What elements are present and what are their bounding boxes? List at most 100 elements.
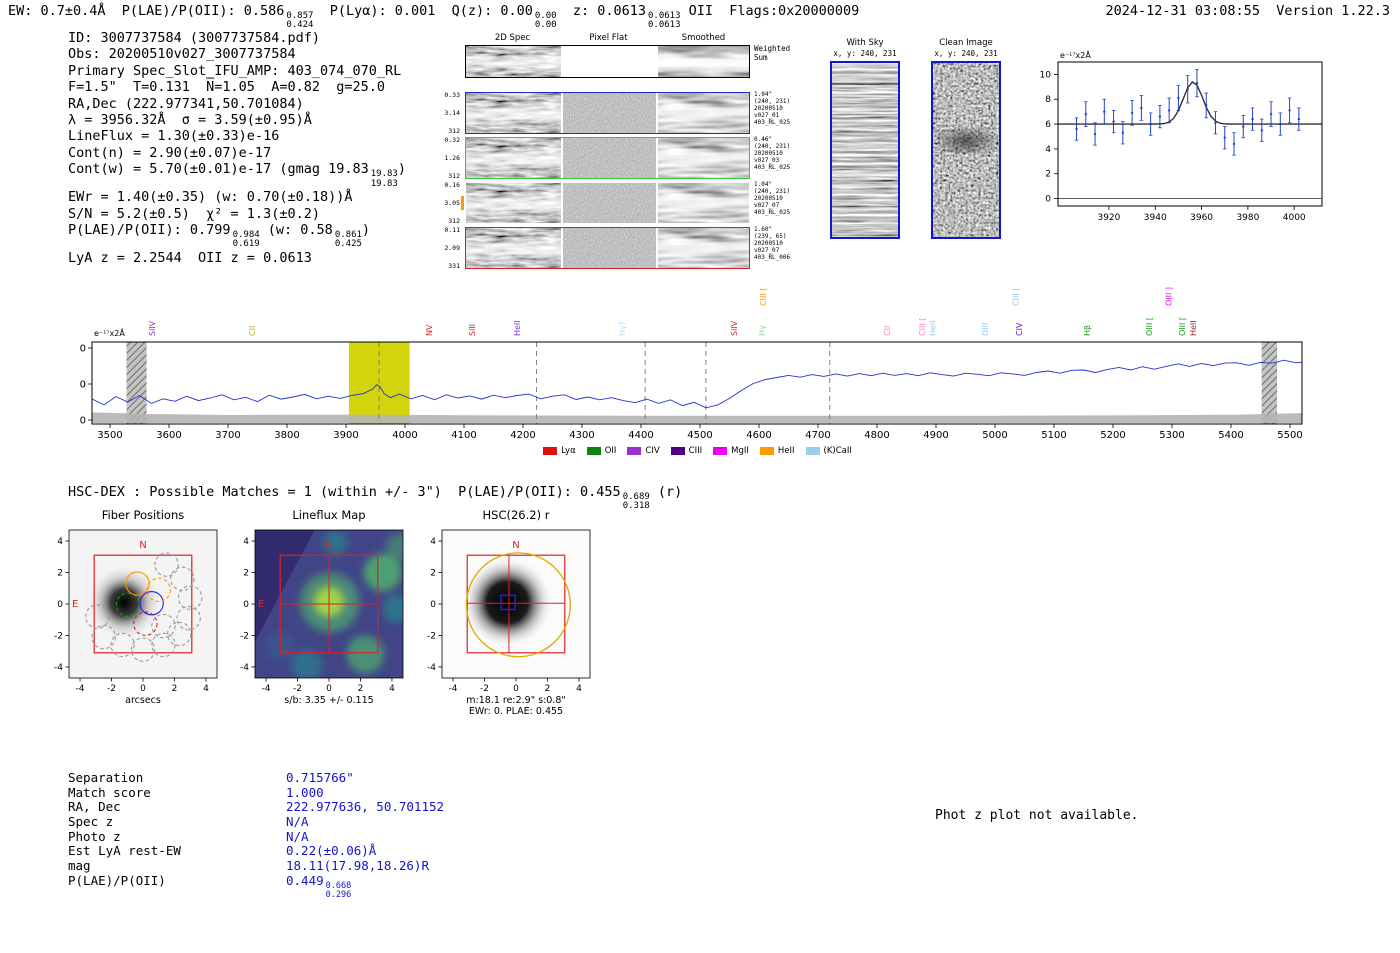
match-field-value: 0.715766" — [286, 770, 354, 785]
svg-text:0: 0 — [326, 684, 332, 694]
match-field-value: 18.11(17.98,18.26)R — [286, 858, 429, 873]
svg-text:3900: 3900 — [333, 430, 358, 441]
spectrum-trace — [658, 183, 749, 223]
legend-label: (K)CaII — [824, 446, 852, 456]
galaxy-trace-smear — [933, 129, 999, 153]
svg-text:0: 0 — [430, 600, 436, 610]
spec2d-cell — [563, 228, 656, 268]
match-field-label: Est LyA rest-EW — [68, 843, 286, 858]
match-field-value: N/A — [286, 814, 309, 829]
legend-label: OII — [605, 446, 617, 456]
svg-text:e⁻¹⁷x2Å: e⁻¹⁷x2Å — [1060, 49, 1091, 60]
spec2d-cell — [466, 93, 561, 133]
detection-info-block: ID: 3007737584 (3007737584.pdf)Obs: 2020… — [68, 30, 406, 266]
emission-line-label: NV — [425, 324, 434, 336]
spec2d-row-annotation: WeightedSum — [754, 45, 808, 62]
lineflux-map-panel: -4-4-2-2002244s/b: 3.35 +/- 0.115NE — [227, 522, 409, 718]
spec2d-row-scale-labels: 0.333.14312 — [440, 92, 462, 134]
with-sky-image — [830, 61, 900, 239]
spec2d-row-scale-labels: 0.321.26312 — [440, 137, 462, 179]
legend-swatch — [627, 447, 641, 455]
svg-text:4: 4 — [57, 537, 63, 547]
svg-text:5000: 5000 — [982, 430, 1007, 441]
legend-item: CIII — [671, 446, 702, 456]
match-row: Separation0.715766" — [68, 770, 444, 785]
catalog-match-table: Separation0.715766"Match score1.000RA, D… — [68, 770, 444, 888]
svg-text:2: 2 — [545, 684, 551, 694]
match-row: mag18.11(17.98,18.26)R — [68, 858, 444, 873]
svg-text:4800: 4800 — [864, 430, 889, 441]
info-line: F=1.5" T=0.131 N̅=1.05 A=0.82 g=25.0 — [68, 79, 406, 95]
emission-line-label: CIII [ — [1012, 288, 1021, 306]
info-line: ID: 3007737584 (3007737584.pdf) — [68, 30, 406, 46]
svg-text:6: 6 — [1045, 120, 1051, 130]
svg-text:-4: -4 — [427, 663, 436, 673]
info-line: RA,Dec (222.977341,50.701084) — [68, 96, 406, 112]
legend-label: Lyα — [561, 446, 576, 456]
stacked-fraction: 0.6890.318 — [623, 493, 650, 512]
summary-stats-line: EW: 0.7±0.4Å P(LAE)/P(OII): 0.5860.8570.… — [8, 3, 859, 31]
info-line: λ = 3956.32Å σ = 3.59(±0.95)Å — [68, 112, 406, 128]
svg-text:0: 0 — [140, 684, 146, 694]
stacked-fraction: 0.8610.425 — [335, 231, 362, 250]
svg-text:3980: 3980 — [1236, 213, 1259, 223]
emission-line-label: HeII — [513, 320, 522, 336]
legend-swatch — [760, 447, 774, 455]
spectrum-trace — [466, 138, 561, 178]
emission-line-label: SiIV — [730, 320, 739, 336]
svg-text:2: 2 — [1045, 170, 1051, 180]
svg-text:0: 0 — [57, 600, 63, 610]
legend-swatch — [587, 447, 601, 455]
emission-line-label: OIII [ — [1145, 317, 1154, 336]
spec2d-cell — [466, 228, 561, 268]
svg-text:2: 2 — [243, 569, 249, 579]
svg-text:4600: 4600 — [746, 430, 771, 441]
line-fit-zoom-plot: 392039403960398040000246810e⁻¹⁷x2Å — [1030, 48, 1330, 234]
emission-line-label: OIII ] — [1164, 287, 1173, 306]
spec2d-cell — [563, 93, 656, 133]
spec2d-cell — [658, 46, 749, 77]
match-field-value: 222.977636, 50.701152 — [286, 799, 444, 814]
svg-text:4: 4 — [389, 684, 395, 694]
clean-image-cutout: Clean Image x, y: 240, 231 — [929, 38, 1003, 239]
legend-label: HeII — [778, 446, 795, 456]
svg-text:20: 20 — [80, 344, 86, 355]
svg-text:4500: 4500 — [687, 430, 712, 441]
hetdex-diagnostic-page: EW: 0.7±0.4Å P(LAE)/P(OII): 0.5860.8570.… — [0, 0, 1400, 953]
legend-item: Lyα — [543, 446, 576, 456]
stacked-fraction: 0.06130.0613 — [648, 12, 681, 31]
spectrum-legend: LyαOIICIVCIIIMgIIHeII(K)CaII — [80, 446, 1315, 456]
info-line: LyA z = 2.2544 OII z = 0.0613 — [68, 250, 406, 266]
fiber-positions-panel: -4-4-2-2002244arcsecsNE — [41, 522, 223, 718]
match-field-value: 0.22(±0.06)Å — [286, 843, 376, 858]
spectrum-trace — [658, 93, 749, 133]
spec2d-cell — [466, 138, 561, 178]
match-field-label: Spec z — [68, 814, 286, 829]
legend-item: CIV — [627, 446, 659, 456]
compass-east-label: E — [72, 599, 78, 610]
svg-text:0: 0 — [1045, 195, 1051, 205]
match-row: Match score1.000 — [68, 785, 444, 800]
spec2d-cell — [563, 46, 656, 77]
fiber-positions-title: Fiber Positions — [53, 508, 233, 522]
svg-text:0: 0 — [243, 600, 249, 610]
match-field-value: 0.4490.6680.296 — [286, 873, 351, 900]
svg-text:4900: 4900 — [923, 430, 948, 441]
spec2d-row — [465, 182, 750, 224]
svg-text:4300: 4300 — [569, 430, 594, 441]
svg-text:-4: -4 — [449, 684, 458, 694]
svg-text:0: 0 — [513, 684, 519, 694]
compass-east-label: E — [258, 599, 264, 610]
clean-image — [931, 61, 1001, 239]
photz-note: Phot z plot not available. — [935, 808, 1139, 823]
clean-image-title: Clean Image — [929, 38, 1003, 49]
svg-text:2: 2 — [358, 684, 364, 694]
svg-text:4: 4 — [430, 537, 436, 547]
svg-text:m:18.1 re:2.9" s:0.8": m:18.1 re:2.9" s:0.8" — [466, 695, 566, 706]
svg-text:-2: -2 — [293, 684, 302, 694]
svg-text:-2: -2 — [480, 684, 489, 694]
svg-text:4000: 4000 — [392, 430, 417, 441]
emission-line-label: CII — [883, 326, 892, 336]
spec2d-column-header: 2D Spec — [465, 33, 560, 43]
stacked-fraction: 0.6680.296 — [326, 882, 352, 900]
